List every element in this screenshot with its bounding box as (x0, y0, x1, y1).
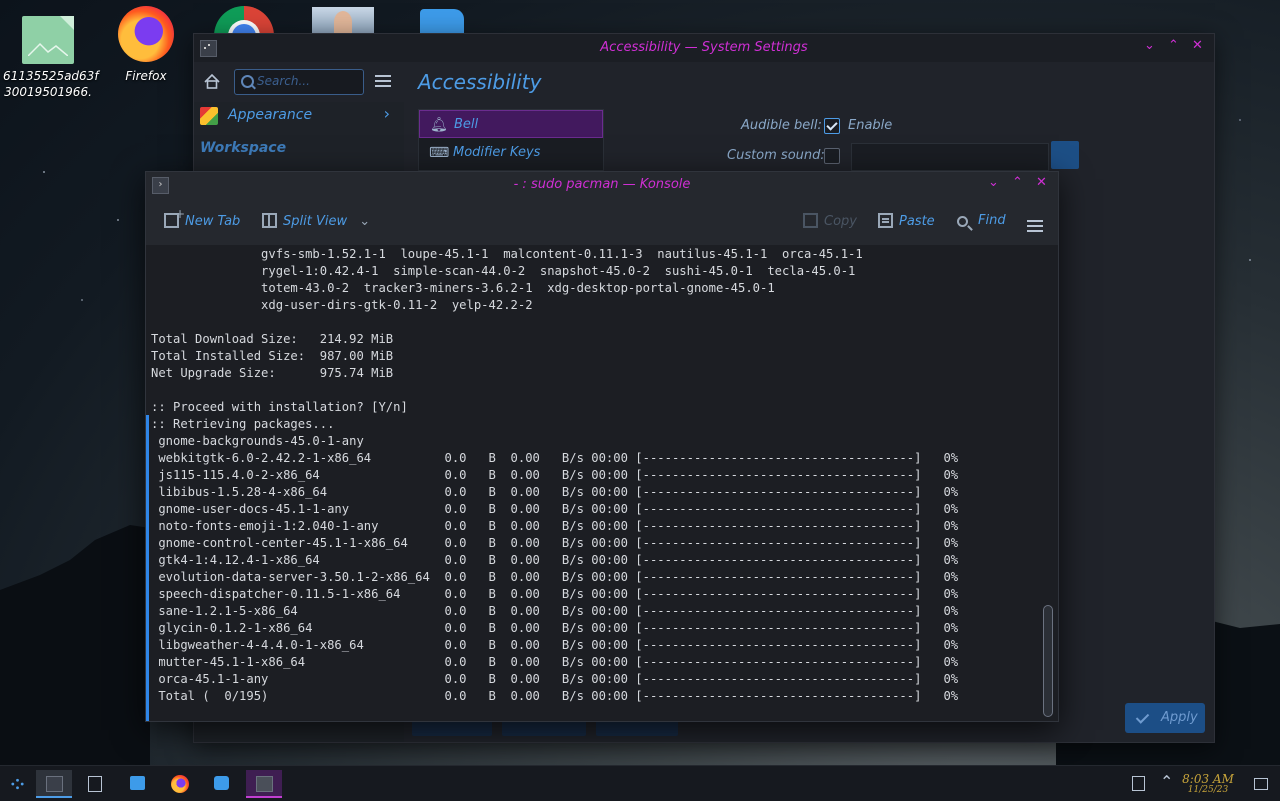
close-icon[interactable]: ✕ (1192, 38, 1203, 53)
launcher-icon (11, 778, 24, 790)
tray-expander[interactable]: ⌃ (1148, 770, 1184, 798)
image-file-icon (22, 16, 74, 64)
accessibility-category-list: 🔔︎ Bell ⌨ Modifier Keys (418, 109, 604, 171)
show-desktop[interactable] (1242, 770, 1278, 798)
command-marker (146, 415, 149, 721)
maximize-icon[interactable]: ⌃ (1012, 175, 1023, 190)
desktop-image-file-label-1: 61135525ad63f (3, 69, 99, 83)
terminal-scrollbar[interactable] (1043, 605, 1053, 717)
keyboard-icon: ⌨ (429, 145, 450, 161)
chevron-up-icon: ⌃ (1160, 772, 1174, 791)
search-icon (957, 216, 968, 227)
apply-button[interactable]: Apply (1125, 703, 1205, 733)
new-tab-label: New Tab (185, 214, 241, 229)
desktop-file-icon[interactable] (420, 9, 464, 33)
taskbar-konsole[interactable] (36, 770, 72, 798)
konsole-toolbar: New Tab Split View ⌄ Copy Paste Find (146, 199, 1058, 245)
terminal-output[interactable]: gvfs-smb-1.52.1-1 loupe-45.1-1 malconten… (146, 245, 1058, 721)
audible-bell-label: Audible bell: (741, 118, 822, 133)
konsole-window-title: - : sudo pacman — Konsole (513, 177, 691, 192)
minimize-icon[interactable]: ⌄ (988, 175, 999, 190)
copy-button[interactable]: Copy (803, 213, 857, 229)
terminal-text: gvfs-smb-1.52.1-1 loupe-45.1-1 malconten… (151, 247, 959, 703)
home-icon[interactable] (204, 74, 220, 89)
category-label: Bell (454, 117, 479, 132)
sidebar-item-appearance[interactable]: Appearance › (200, 102, 398, 130)
konsole-titlebar[interactable]: › - : sudo pacman — Konsole ⌄ ⌃ ✕ (146, 172, 1058, 199)
category-bell[interactable]: 🔔︎ Bell (419, 110, 603, 138)
chevron-right-icon: › (383, 104, 390, 123)
settings-search-input[interactable]: Search... (234, 69, 364, 95)
application-launcher[interactable] (0, 770, 36, 798)
terminal-icon (256, 776, 273, 792)
taskbar-firefox[interactable] (162, 770, 198, 798)
browse-sound-button[interactable] (1051, 141, 1079, 169)
clock-time: 8:03 AM (1182, 772, 1234, 786)
split-view-button[interactable]: Split View ⌄ (262, 213, 370, 229)
paste-label: Paste (899, 214, 935, 229)
taskbar-file-manager[interactable] (120, 770, 156, 798)
settings-window-title: Accessibility — System Settings (600, 40, 808, 55)
taskbar-settings[interactable] (246, 770, 282, 798)
settings-titlebar[interactable]: Accessibility — System Settings ⌄ ⌃ ✕ (194, 34, 1214, 62)
check-icon (1135, 710, 1150, 724)
folder-icon (130, 776, 145, 790)
new-tab-icon (164, 207, 185, 228)
desktop-chrome-icon[interactable] (214, 6, 276, 36)
category-modifier-keys[interactable]: ⌨ Modifier Keys (419, 139, 603, 167)
audible-bell-checkbox[interactable] (824, 118, 840, 134)
clock-date: 11/25/23 (1187, 785, 1229, 795)
find-button[interactable]: Find (957, 213, 1006, 228)
desktop-image-file-label-2: 30019501966. (4, 85, 92, 99)
sidebar-heading-workspace: Workspace (200, 140, 287, 156)
firefox-icon (171, 775, 189, 793)
bell-icon: 🔔︎ (430, 117, 448, 133)
copy-icon (803, 213, 818, 228)
clipboard-icon (1132, 776, 1145, 791)
taskbar: ⌃ 8:03 AM 11/25/23 (0, 765, 1280, 801)
search-icon (241, 75, 254, 88)
konsole-window: › - : sudo pacman — Konsole ⌄ ⌃ ✕ New Ta… (145, 171, 1059, 722)
custom-sound-checkbox[interactable] (824, 148, 840, 164)
chevron-down-icon: ⌄ (359, 214, 371, 229)
taskbar-dolphin[interactable] (204, 770, 240, 798)
document-icon (88, 776, 102, 792)
konsole-menu-icon[interactable] (1027, 220, 1043, 222)
clock[interactable]: 8:03 AM 11/25/23 (1180, 773, 1236, 796)
find-label: Find (978, 213, 1006, 228)
split-view-label: Split View (283, 214, 348, 229)
page-title: Accessibility (418, 70, 542, 94)
folder-icon (214, 776, 229, 790)
apply-label: Apply (1161, 710, 1198, 725)
desktop-image-file[interactable]: 61135525ad63f 30019501966. (3, 0, 99, 100)
copy-label: Copy (824, 214, 857, 229)
taskbar-files[interactable] (78, 770, 114, 798)
desktop-firefox-label: Firefox (125, 69, 167, 83)
show-desktop-icon (1254, 778, 1268, 790)
firefox-icon (118, 6, 174, 62)
paste-icon (878, 213, 893, 228)
close-icon[interactable]: ✕ (1036, 175, 1047, 190)
terminal-icon (46, 776, 63, 792)
desktop-firefox[interactable]: Firefox (101, 0, 191, 84)
category-label: Modifier Keys (453, 145, 541, 160)
new-tab-button[interactable]: New Tab (164, 207, 241, 229)
maximize-icon[interactable]: ⌃ (1168, 38, 1179, 53)
desktop-photo-icon[interactable] (312, 7, 374, 33)
audible-bell-enable-label: Enable (848, 118, 893, 133)
custom-sound-field[interactable] (851, 143, 1049, 171)
sidebar-item-label: Appearance (228, 107, 313, 123)
search-placeholder: Search... (257, 74, 310, 88)
split-view-icon (262, 213, 277, 228)
settings-menu-icon[interactable] (375, 75, 391, 77)
custom-sound-label: Custom sound: (727, 148, 825, 163)
appearance-icon (200, 107, 218, 125)
paste-button[interactable]: Paste (878, 213, 935, 229)
minimize-icon[interactable]: ⌄ (1144, 38, 1155, 53)
